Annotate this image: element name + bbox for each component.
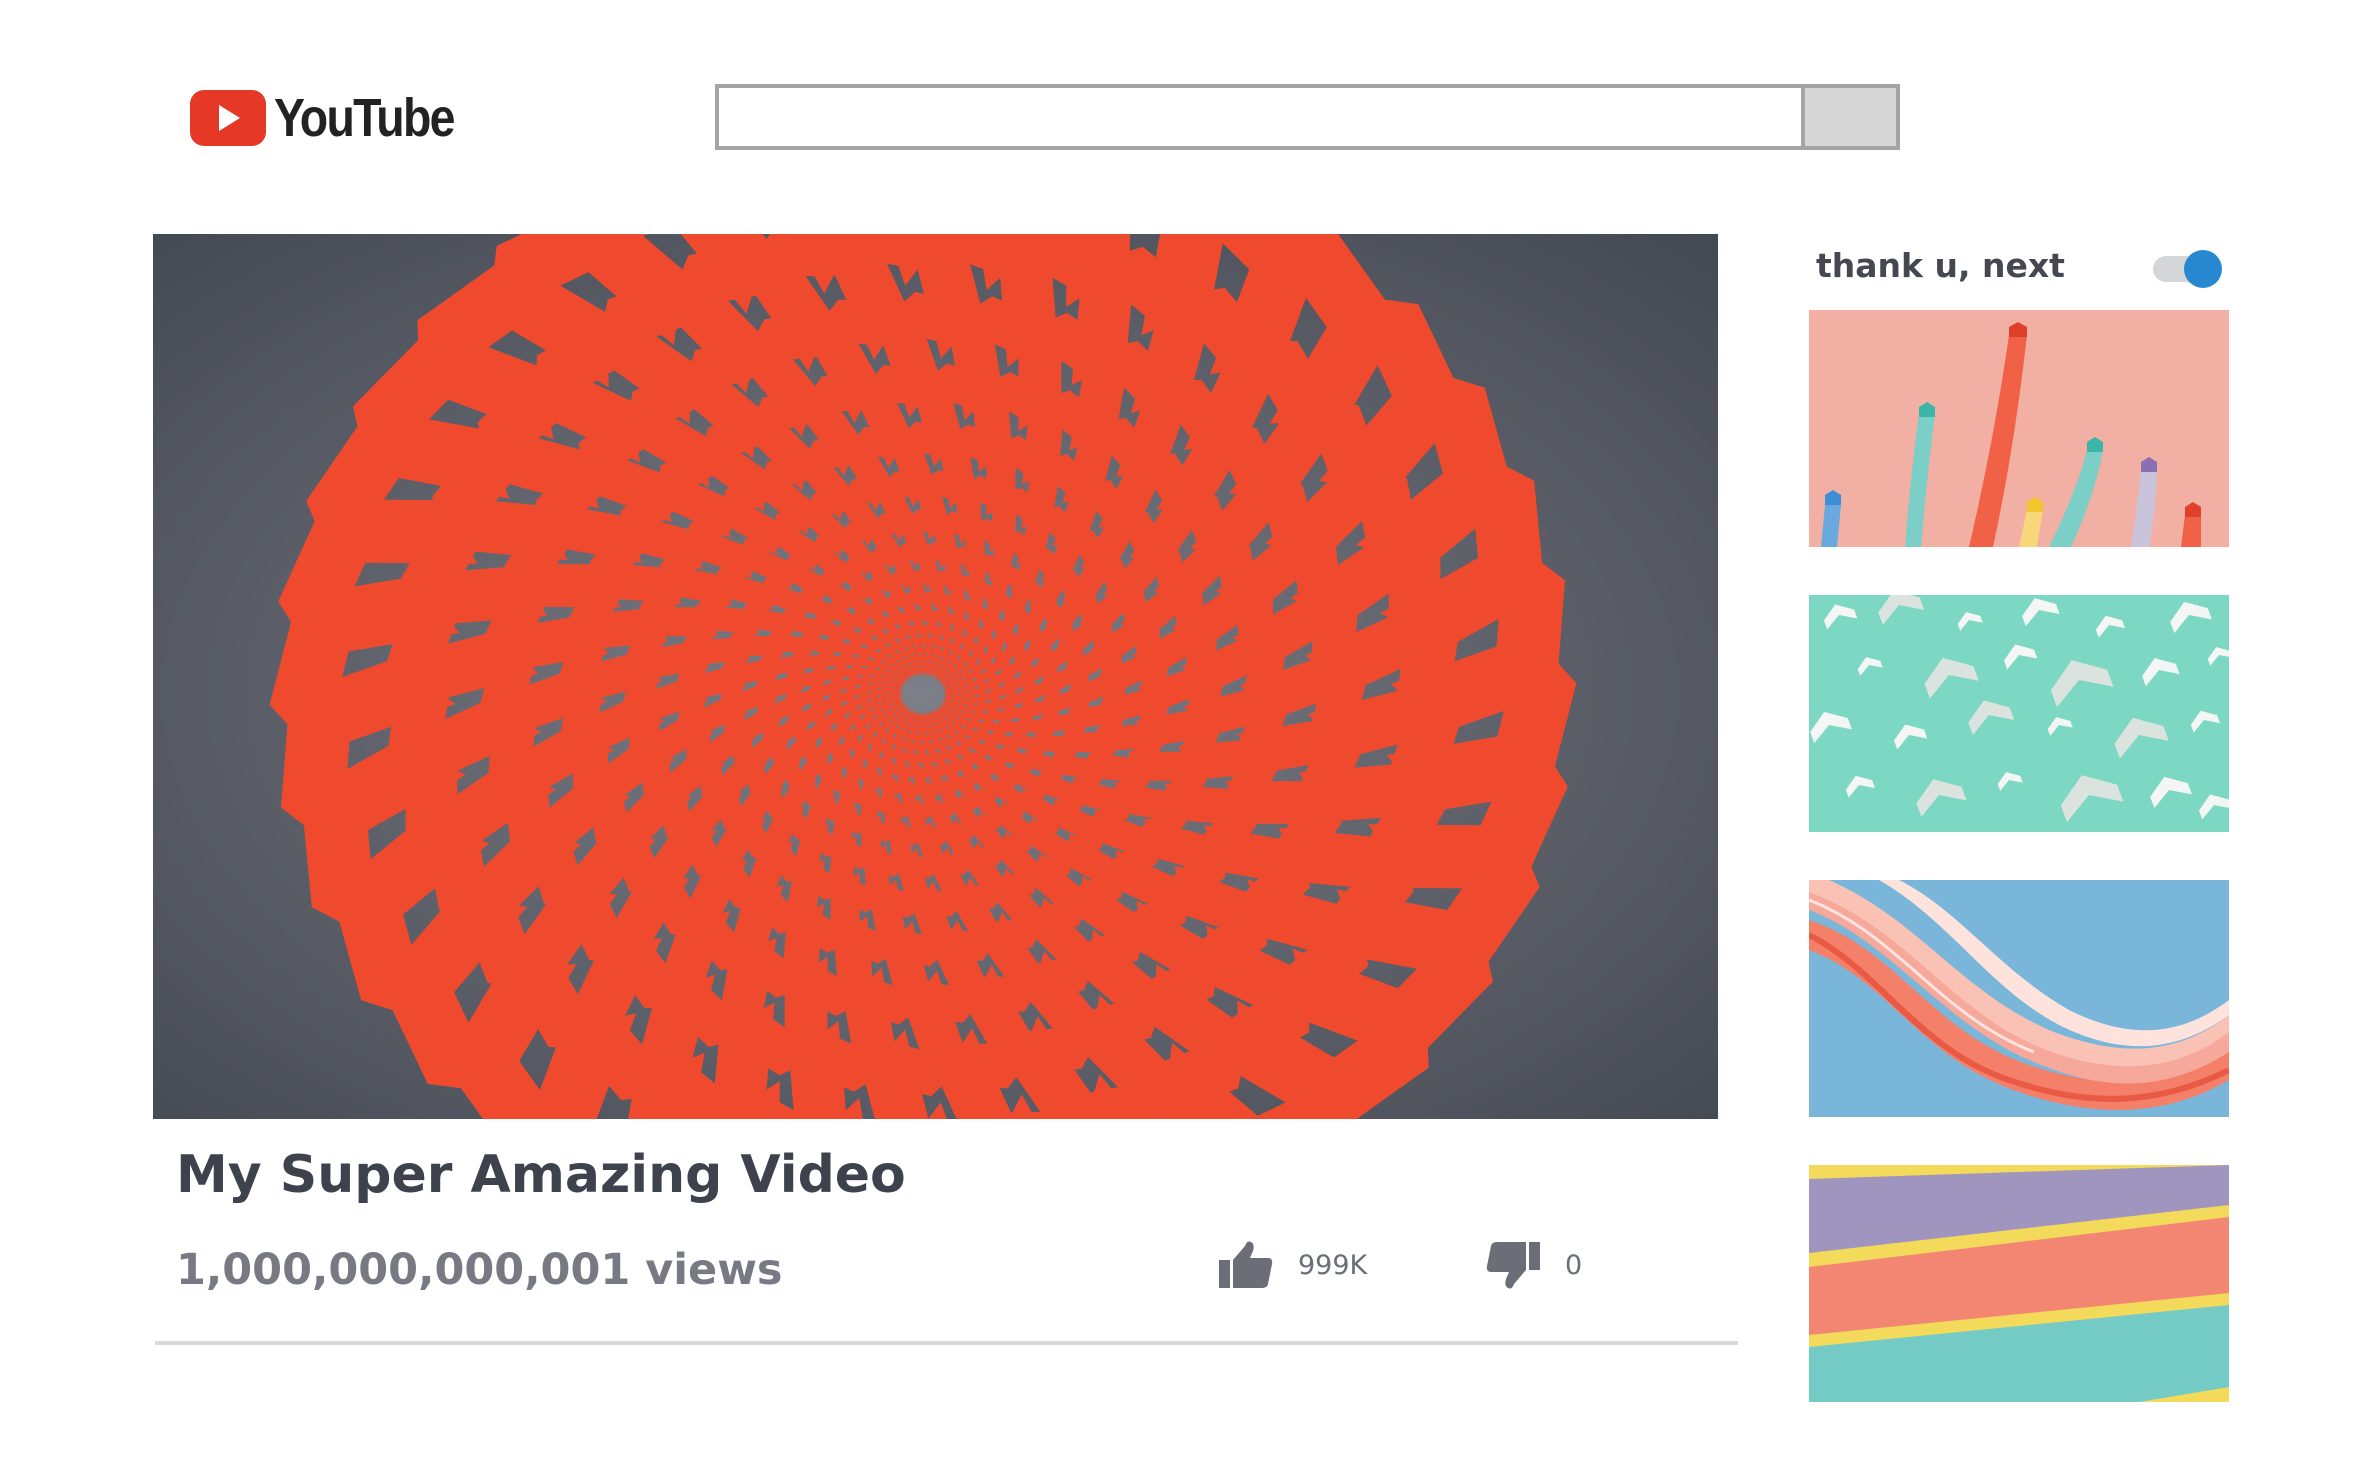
thumbnail-image [1809, 310, 2229, 547]
recommended-video-4[interactable] [1809, 1165, 2229, 1402]
thumbnail-image [1809, 880, 2229, 1117]
search-button[interactable] [1801, 88, 1896, 146]
view-count: 1,000,000,000,001 views [176, 1245, 783, 1295]
search-input[interactable] [719, 88, 1801, 146]
dislike-button[interactable]: 0 [1485, 1235, 1582, 1295]
autoplay-toggle[interactable] [2153, 250, 2222, 288]
up-next-label: thank u, next [1816, 246, 2065, 285]
recommended-video-3[interactable] [1809, 880, 2229, 1117]
thumbnail-image [1809, 1165, 2229, 1402]
divider [155, 1341, 1738, 1345]
thumbs-up-icon [1219, 1241, 1273, 1288]
recommended-video-1[interactable] [1809, 310, 2229, 547]
search-bar [715, 84, 1900, 150]
video-frame [269, 234, 1577, 1119]
youtube-page: YouTube My Super Amazing Video 1,000,000… [0, 0, 2375, 1474]
recommended-video-2[interactable] [1809, 595, 2229, 832]
dislike-count: 0 [1565, 1249, 1583, 1281]
youtube-logo[interactable]: YouTube [190, 85, 483, 150]
like-button[interactable]: 999K [1218, 1235, 1367, 1295]
logo-text: YouTube [274, 87, 455, 148]
thumbnail-image [1809, 595, 2229, 832]
play-icon [190, 89, 266, 146]
video-player[interactable] [153, 234, 1718, 1119]
toggle-knob [2184, 250, 2222, 288]
thumbs-down-icon [1486, 1242, 1540, 1289]
video-title: My Super Amazing Video [176, 1145, 906, 1205]
like-count: 999K [1298, 1249, 1368, 1281]
